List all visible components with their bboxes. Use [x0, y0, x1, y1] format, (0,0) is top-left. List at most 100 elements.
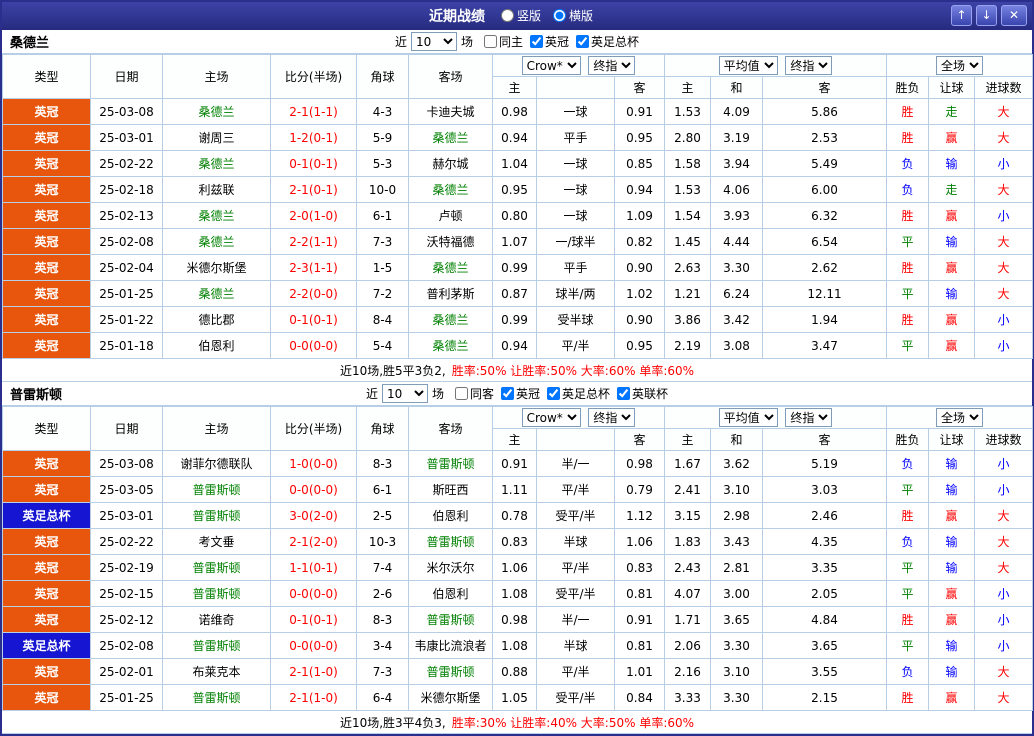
filter-option[interactable]: 英冠: [494, 385, 540, 402]
radio-input[interactable]: [501, 9, 514, 22]
away-team[interactable]: 桑德兰: [409, 125, 493, 151]
away-team[interactable]: 普雷斯顿: [409, 529, 493, 555]
home-team[interactable]: 谢周三: [163, 125, 271, 151]
close-button[interactable]: ✕: [1001, 5, 1027, 26]
home-team[interactable]: 德比郡: [163, 307, 271, 333]
home-team[interactable]: 桑德兰: [163, 229, 271, 255]
filter-checkbox[interactable]: [530, 35, 543, 48]
filter-option[interactable]: 同主: [477, 33, 523, 50]
home-team[interactable]: 桑德兰: [163, 99, 271, 125]
euro-odds-time-select[interactable]: 终指: [785, 56, 832, 75]
home-team[interactable]: 普雷斯顿: [163, 555, 271, 581]
away-team[interactable]: 米德尔斯堡: [409, 685, 493, 711]
home-team[interactable]: 布莱克本: [163, 659, 271, 685]
away-team[interactable]: 普雷斯顿: [409, 451, 493, 477]
asia-odds-time-select[interactable]: 终指: [588, 56, 635, 75]
asia-handicap: 半/一: [537, 451, 615, 477]
layout-radio-vertical[interactable]: 竖版: [501, 7, 541, 24]
away-team[interactable]: 桑德兰: [409, 177, 493, 203]
result-outcome: 平: [887, 333, 929, 359]
home-team[interactable]: 桑德兰: [163, 281, 271, 307]
asia-handicap: 半球: [537, 529, 615, 555]
filter-option[interactable]: 英足总杯: [569, 33, 639, 50]
match-row: 英冠 25-02-18 利兹联 2-1(0-1) 10-0 桑德兰 0.95 一…: [3, 177, 1033, 203]
home-team[interactable]: 普雷斯顿: [163, 685, 271, 711]
away-team[interactable]: 伯恩利: [409, 581, 493, 607]
move-up-button[interactable]: ↑: [951, 5, 972, 26]
recent-count-select[interactable]: 10: [382, 384, 428, 403]
euro-draw-odds: 3.30: [711, 685, 763, 711]
result-scope-select[interactable]: 全场: [936, 56, 983, 75]
match-row: 英冠 25-02-15 普雷斯顿 0-0(0-0) 2-6 伯恩利 1.08 受…: [3, 581, 1033, 607]
away-team[interactable]: 斯旺西: [409, 477, 493, 503]
away-team[interactable]: 桑德兰: [409, 255, 493, 281]
titlebar-buttons: ↑ ↓ ✕: [951, 5, 1027, 26]
asia-away-odds: 0.84: [615, 685, 665, 711]
result-handicap: 输: [929, 229, 975, 255]
league-badge: 英冠: [3, 529, 91, 555]
move-down-button[interactable]: ↓: [976, 5, 997, 26]
col-date-header: 日期: [91, 407, 163, 451]
home-team[interactable]: 诺维奇: [163, 607, 271, 633]
filter-checkbox[interactable]: [547, 387, 560, 400]
asia-home-odds: 0.80: [493, 203, 537, 229]
radio-input[interactable]: [553, 9, 566, 22]
score: 1-1(0-1): [271, 555, 357, 581]
away-team[interactable]: 伯恩利: [409, 503, 493, 529]
asia-handicap: 平手: [537, 125, 615, 151]
filter-option[interactable]: 英足总杯: [540, 385, 610, 402]
home-team[interactable]: 考文垂: [163, 529, 271, 555]
bookmaker-select[interactable]: Crow*: [522, 56, 581, 75]
away-team[interactable]: 桑德兰: [409, 307, 493, 333]
asia-away-odds: 0.81: [615, 581, 665, 607]
result-scope-select[interactable]: 全场: [936, 408, 983, 427]
home-team[interactable]: 利兹联: [163, 177, 271, 203]
home-team[interactable]: 伯恩利: [163, 333, 271, 359]
league-badge: 英冠: [3, 333, 91, 359]
home-team[interactable]: 普雷斯顿: [163, 581, 271, 607]
euro-odds-source-select[interactable]: 平均值: [719, 408, 778, 427]
away-team[interactable]: 米尔沃尔: [409, 555, 493, 581]
away-team[interactable]: 卢顿: [409, 203, 493, 229]
filter-option[interactable]: 英联杯: [610, 385, 668, 402]
recent-count-select[interactable]: 10: [411, 32, 457, 51]
filter-checkbox[interactable]: [617, 387, 630, 400]
league-badge: 英冠: [3, 99, 91, 125]
league-badge: 英冠: [3, 177, 91, 203]
euro-away-odds: 5.86: [763, 99, 887, 125]
asia-home-header: 主: [493, 429, 537, 451]
euro-odds-time-select[interactable]: 终指: [785, 408, 832, 427]
away-team[interactable]: 沃特福德: [409, 229, 493, 255]
home-team[interactable]: 桑德兰: [163, 151, 271, 177]
league-badge: 英冠: [3, 151, 91, 177]
home-team[interactable]: 谢菲尔德联队: [163, 451, 271, 477]
away-team[interactable]: 卡迪夫城: [409, 99, 493, 125]
filter-checkbox[interactable]: [501, 387, 514, 400]
filter-option[interactable]: 英冠: [523, 33, 569, 50]
away-team[interactable]: 赫尔城: [409, 151, 493, 177]
corner-score: 8-4: [357, 307, 409, 333]
home-team[interactable]: 普雷斯顿: [163, 503, 271, 529]
home-team[interactable]: 普雷斯顿: [163, 633, 271, 659]
filter-checkbox[interactable]: [484, 35, 497, 48]
filter-checkbox[interactable]: [455, 387, 468, 400]
home-team[interactable]: 普雷斯顿: [163, 477, 271, 503]
layout-radio-horizontal[interactable]: 横版: [553, 7, 593, 24]
away-team[interactable]: 普雷斯顿: [409, 607, 493, 633]
euro-odds-source-select[interactable]: 平均值: [719, 56, 778, 75]
away-team[interactable]: 普雷斯顿: [409, 659, 493, 685]
away-team[interactable]: 普利茅斯: [409, 281, 493, 307]
away-team[interactable]: 桑德兰: [409, 333, 493, 359]
home-team[interactable]: 米德尔斯堡: [163, 255, 271, 281]
bookmaker-select[interactable]: Crow*: [522, 408, 581, 427]
filter-checkbox[interactable]: [576, 35, 589, 48]
euro-away-odds: 5.49: [763, 151, 887, 177]
filter-option[interactable]: 同客: [448, 385, 494, 402]
corner-score: 5-3: [357, 151, 409, 177]
home-team[interactable]: 桑德兰: [163, 203, 271, 229]
asia-odds-time-select[interactable]: 终指: [588, 408, 635, 427]
match-row: 英冠 25-02-08 桑德兰 2-2(1-1) 7-3 沃特福德 1.07 一…: [3, 229, 1033, 255]
away-team[interactable]: 韦康比流浪者: [409, 633, 493, 659]
euro-home-odds: 2.06: [665, 633, 711, 659]
asia-away-header: 客: [615, 77, 665, 99]
